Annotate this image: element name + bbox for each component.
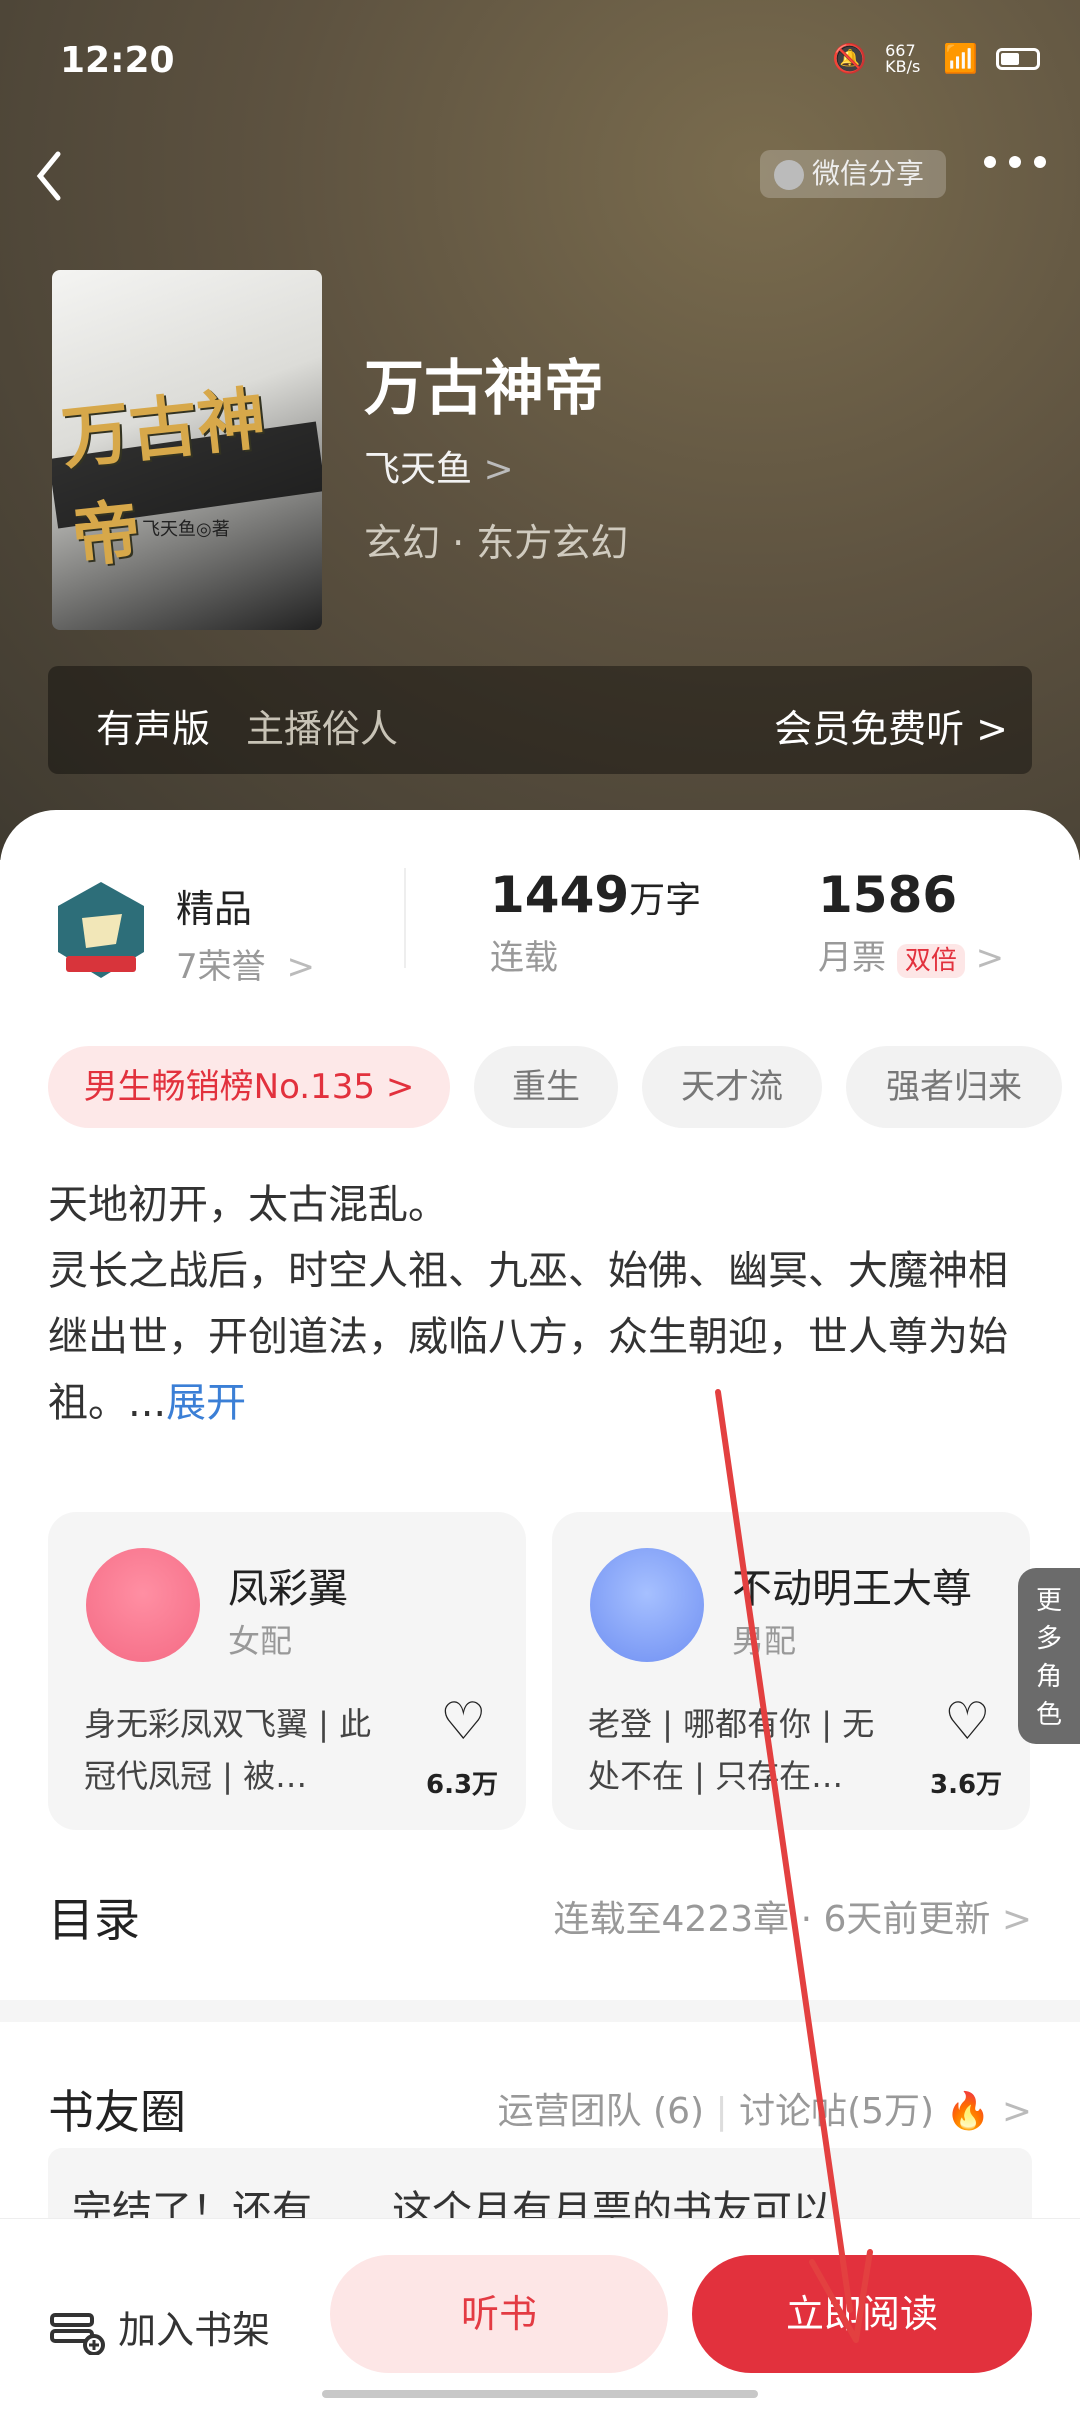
status-time: 12:20 bbox=[60, 40, 175, 81]
book-description: 天地初开，太古混乱。 灵长之战后，时空人祖、九巫、始佛、幽冥、大魔神相继出世，开… bbox=[48, 1172, 1038, 1436]
back-button[interactable] bbox=[30, 146, 80, 206]
wechat-icon bbox=[774, 160, 804, 190]
fire-icon: 🔥 bbox=[945, 2091, 991, 2132]
chevron-right-icon: > bbox=[1001, 2091, 1032, 2132]
shelf-label: 加入书架 bbox=[118, 2308, 271, 2352]
mute-icon: 🔕 bbox=[832, 42, 868, 75]
character-role: 男配 bbox=[732, 1622, 797, 1660]
quality-block[interactable]: 精品 7荣誉 > bbox=[176, 878, 315, 988]
toc-row[interactable]: 目录 连载至4223章 · 6天前更新 > bbox=[48, 1884, 1032, 1954]
comment-text: 完结了！还有……这个月有月票的书友可以… bbox=[72, 2188, 872, 2218]
more-roles-button[interactable]: 更 多 角 色 bbox=[1018, 1568, 1080, 1744]
tag-pill[interactable]: 重生 bbox=[474, 1046, 618, 1128]
tickets-value: 1586 bbox=[818, 866, 958, 924]
share-label: 微信分享 bbox=[812, 157, 925, 190]
character-avatar bbox=[86, 1548, 200, 1662]
more-roles-char: 色 bbox=[1035, 1700, 1062, 1730]
chevron-right-icon: > bbox=[286, 947, 315, 987]
add-to-shelf-button[interactable]: 加入书架 bbox=[50, 2299, 271, 2356]
toc-info: 连载至4223章 · 6天前更新 > bbox=[554, 1890, 1032, 1942]
character-desc: 身无彩凤双飞翼 | 此冠代凤冠 | 被… bbox=[84, 1705, 372, 1795]
rank-tag[interactable]: 男生畅销榜No.135 > bbox=[48, 1046, 450, 1128]
character-name: 不动明王大尊 bbox=[732, 1566, 972, 1612]
character-likes: 3.6万 bbox=[930, 1770, 1003, 1800]
comment-preview[interactable]: 完结了！还有……这个月有月票的书友可以… bbox=[48, 2148, 1032, 2218]
character-card[interactable]: 不动明王大尊 男配 老登 | 哪都有你 | 无处不在 | 只存在… ♡ 3.6万 bbox=[552, 1512, 1030, 1830]
home-indicator bbox=[322, 2390, 758, 2398]
expand-link[interactable]: 展开 bbox=[166, 1380, 246, 1426]
toc-title: 目录 bbox=[48, 1893, 140, 1947]
quality-badge-icon bbox=[52, 878, 150, 982]
serial-status: 连载 bbox=[490, 938, 558, 978]
character-likes: 6.3万 bbox=[426, 1770, 499, 1800]
more-roles-char: 更 bbox=[1035, 1586, 1062, 1616]
net-speed: 667 KB/s bbox=[885, 40, 921, 76]
wechat-share-button[interactable]: 微信分享 bbox=[760, 150, 946, 198]
circle-posts: 讨论帖(5万) bbox=[739, 2091, 935, 2132]
cover-author: 飞天鱼◎著 bbox=[142, 519, 230, 540]
read-now-button[interactable]: 立即阅读 bbox=[692, 2255, 1032, 2373]
stats-divider bbox=[404, 868, 406, 968]
chevron-right-icon: > bbox=[483, 449, 514, 490]
circle-row[interactable]: 书友圈 运营团队 (6) | 讨论帖(5万) 🔥 > bbox=[48, 2076, 1032, 2139]
heart-icon[interactable]: ♡ bbox=[440, 1692, 487, 1752]
monthly-tickets-block[interactable]: 1586 月票 双倍 > bbox=[818, 866, 1004, 979]
character-desc: 老登 | 哪都有你 | 无处不在 | 只存在… bbox=[588, 1705, 875, 1795]
toc-info-text: 连载至4223章 · 6天前更新 bbox=[553, 1899, 991, 1940]
listen-button[interactable]: 听书 bbox=[330, 2255, 668, 2373]
author-name: 飞天鱼 bbox=[364, 449, 473, 490]
more-dots-icon bbox=[984, 156, 1046, 168]
more-roles-char: 多 bbox=[1035, 1624, 1062, 1654]
battery-icon bbox=[996, 47, 1040, 70]
book-cover[interactable]: 万古神帝 飞天鱼◎著 bbox=[52, 270, 322, 630]
more-roles-char: 角 bbox=[1035, 1662, 1062, 1692]
nav-bar: 微信分享 bbox=[0, 140, 1080, 210]
book-title: 万古神帝 bbox=[364, 354, 604, 424]
desc-line-1: 天地初开，太古混乱。 bbox=[48, 1182, 448, 1228]
bookshelf-add-icon bbox=[50, 2312, 105, 2356]
character-avatar bbox=[590, 1548, 704, 1662]
chevron-right-icon: > bbox=[1001, 1899, 1032, 1940]
words-value: 1449 bbox=[490, 866, 630, 924]
audio-label: 有声版 bbox=[96, 707, 211, 751]
circle-title: 书友圈 bbox=[48, 2085, 186, 2139]
bottom-action-bar: 加入书架 听书 立即阅读 bbox=[0, 2218, 1080, 2409]
character-role: 女配 bbox=[228, 1622, 293, 1660]
double-badge: 双倍 bbox=[896, 944, 965, 978]
words-unit: 万字 bbox=[629, 880, 702, 921]
book-genre: 玄幻 · 东方玄幻 bbox=[364, 521, 629, 565]
character-card[interactable]: 凤彩翼 女配 身无彩凤双飞翼 | 此冠代凤冠 | 被… ♡ 6.3万 bbox=[48, 1512, 526, 1830]
audiobook-bar[interactable]: 有声版 主播俗人 会员免费听 > bbox=[48, 666, 1032, 774]
audio-action[interactable]: 会员免费听 > bbox=[774, 698, 1008, 753]
tickets-label: 月票 bbox=[818, 938, 886, 978]
tag-pill[interactable]: 天才流 bbox=[642, 1046, 822, 1128]
author-link[interactable]: 飞天鱼 > bbox=[364, 440, 514, 492]
audio-narrator: 主播俗人 bbox=[246, 707, 399, 751]
more-button[interactable] bbox=[980, 140, 1050, 190]
circle-info: 运营团队 (6) | 讨论帖(5万) 🔥 > bbox=[497, 2091, 1032, 2132]
status-icons: 🔕 667 KB/s 📶 bbox=[832, 42, 1040, 75]
tag-pill[interactable]: 强者归来 bbox=[846, 1046, 1062, 1128]
honors-count: 7荣誉 bbox=[176, 947, 266, 987]
character-name: 凤彩翼 bbox=[228, 1566, 348, 1612]
heart-icon[interactable]: ♡ bbox=[944, 1692, 991, 1752]
wifi-icon: 📶 bbox=[943, 42, 978, 75]
section-gap bbox=[0, 2000, 1080, 2022]
words-block: 1449万字 连载 bbox=[490, 866, 701, 979]
cover-title: 万古神帝 bbox=[58, 378, 270, 578]
chevron-right-icon: > bbox=[975, 938, 1005, 978]
chevron-left-icon bbox=[36, 151, 61, 201]
status-bar: 12:20 🔕 667 KB/s 📶 bbox=[60, 40, 1040, 90]
circle-team: 运营团队 (6) bbox=[497, 2091, 705, 2132]
badge-title: 精品 bbox=[176, 887, 253, 931]
